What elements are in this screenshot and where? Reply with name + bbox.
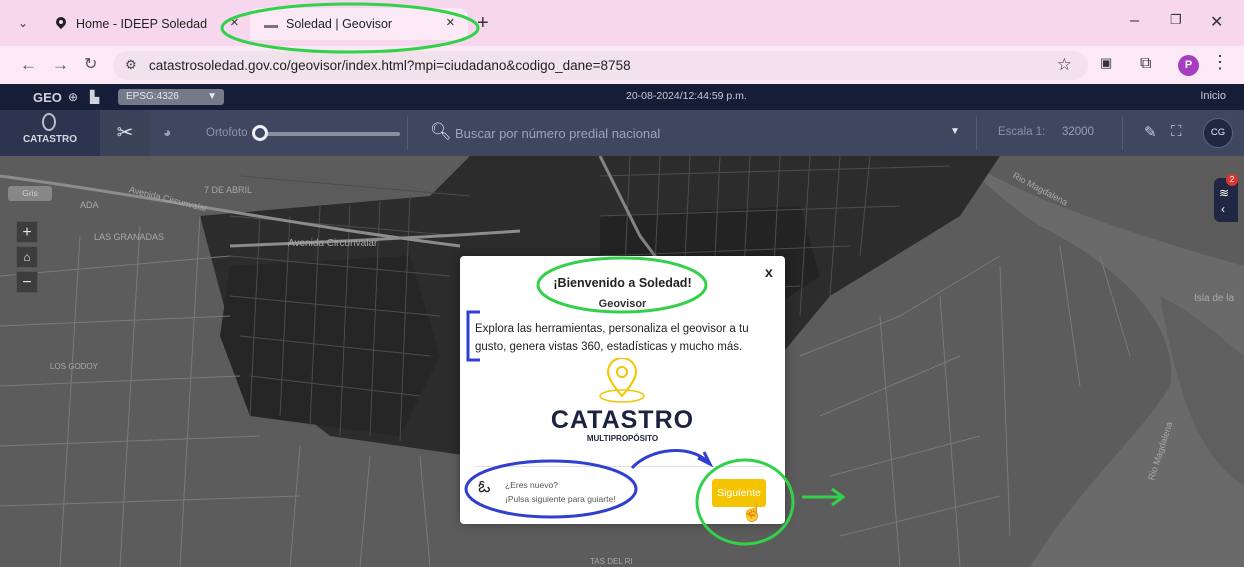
route-icon: ఓ bbox=[478, 477, 491, 496]
map-label: LOS GODOY bbox=[50, 362, 99, 371]
site-favicon-icon bbox=[264, 20, 278, 28]
search-input[interactable] bbox=[455, 122, 935, 144]
forward-arrow-icon[interactable]: → bbox=[52, 55, 69, 75]
back-arrow-icon[interactable]: ← bbox=[20, 55, 37, 75]
fullscreen-icon[interactable]: ⛶ bbox=[1171, 123, 1182, 140]
minimize-icon[interactable]: – bbox=[1130, 12, 1139, 30]
screenshot-root: ⌄ Home - IDEEP Soledad × Soledad | Geovi… bbox=[0, 0, 1244, 567]
reload-icon[interactable]: ↻ bbox=[84, 55, 97, 75]
map-label: Avenida Circunvalar bbox=[288, 238, 378, 249]
tab-close-icon[interactable]: × bbox=[230, 14, 239, 31]
new-tab-icon[interactable]: + bbox=[477, 12, 489, 35]
tools-icon[interactable]: ✂ bbox=[100, 110, 150, 156]
modal-brand-subtitle: MULTIPROPÓSITO bbox=[586, 434, 659, 443]
map-toolbar: CATASTRO ✂ ◕ Ortofoto 🔍︎ ▼ Escala 1: 320… bbox=[0, 110, 1244, 156]
restore-icon[interactable]: ❐ bbox=[1170, 12, 1182, 28]
map-label: ADA bbox=[80, 200, 99, 210]
user-avatar[interactable]: CG bbox=[1203, 118, 1233, 148]
ortofoto-slider-track[interactable] bbox=[258, 132, 400, 136]
crs-value: EPSG:4326 bbox=[126, 91, 179, 102]
search-dropdown-icon[interactable]: ▼ bbox=[950, 126, 960, 137]
cast-icon[interactable]: ▣ bbox=[1100, 55, 1112, 71]
site-settings-icon[interactable]: ⚙ bbox=[125, 57, 137, 73]
url-text[interactable]: catastrosoledad.gov.co/geovisor/index.ht… bbox=[149, 58, 631, 73]
address-bar[interactable]: ⚙ catastrosoledad.gov.co/geovisor/index.… bbox=[113, 51, 1088, 80]
pointer-hand-icon: ☝ bbox=[741, 502, 764, 522]
divider bbox=[976, 116, 977, 150]
scale-label: Escala 1: bbox=[998, 126, 1046, 138]
welcome-modal: x ¡Bienvenido a Soledad! Geovisor Explor… bbox=[460, 256, 785, 524]
app-header: GEO ⊕ ▙ EPSG:4326 ▼ 20-08-2024/12:44:59 … bbox=[0, 84, 1244, 110]
modal-brand: CATASTRO bbox=[550, 406, 695, 434]
globe-icon[interactable]: ◕ bbox=[163, 124, 171, 140]
tab-home-ideep[interactable]: Home - IDEEP Soledad × bbox=[48, 8, 246, 40]
map-label: TAS DEL RI bbox=[590, 557, 633, 566]
extensions-icon[interactable]: ⧉ bbox=[1140, 55, 1151, 73]
browser-toolbar: ← → ↻ ⚙ catastrosoledad.gov.co/geovisor/… bbox=[0, 46, 1244, 84]
tab-search-chevron-icon[interactable]: ⌄ bbox=[12, 12, 34, 34]
location-pin-icon bbox=[599, 358, 645, 403]
ortofoto-slider-knob[interactable] bbox=[252, 125, 268, 141]
tab-geovisor[interactable]: Soledad | Geovisor × bbox=[250, 8, 468, 40]
tab-title: Soledad | Geovisor bbox=[286, 17, 393, 31]
scale-value[interactable]: 32000 bbox=[1062, 126, 1094, 138]
crosshair-icon[interactable]: ⊕ bbox=[68, 90, 78, 104]
search-icon[interactable]: 🔍︎ bbox=[430, 122, 452, 142]
guide-hint: ¡Pulsa siguiente para guiarte! bbox=[505, 494, 616, 504]
profile-avatar[interactable]: P bbox=[1178, 55, 1199, 76]
measure-brush-icon[interactable]: ✎ bbox=[1144, 123, 1157, 141]
chevron-down-icon: ▼ bbox=[207, 91, 217, 102]
ortofoto-label: Ortofoto bbox=[206, 127, 248, 139]
new-user-question: ¿Eres nuevo? bbox=[505, 480, 558, 490]
city-icon[interactable]: ▙ bbox=[90, 90, 99, 104]
zoom-out-button[interactable]: − bbox=[16, 271, 38, 293]
geo-logo: GEO bbox=[33, 90, 62, 105]
zoom-in-button[interactable]: + bbox=[16, 221, 38, 243]
divider bbox=[1122, 116, 1123, 150]
crs-select[interactable]: EPSG:4326 ▼ bbox=[118, 89, 224, 105]
home-link[interactable]: Inicio bbox=[1200, 90, 1226, 102]
basemap-toggle[interactable]: Gris bbox=[8, 186, 52, 201]
catastro-logo[interactable]: CATASTRO bbox=[0, 110, 100, 156]
layers-icon: ≋ bbox=[1219, 186, 1230, 200]
browser-tab-strip: ⌄ Home - IDEEP Soledad × Soledad | Geovi… bbox=[0, 0, 1244, 46]
map-label: Isla de la bbox=[1194, 293, 1235, 304]
modal-description: Explora las herramientas, personaliza el… bbox=[475, 323, 749, 353]
more-menu-icon[interactable]: ⋮ bbox=[1211, 52, 1229, 73]
modal-subtitle: Geovisor bbox=[598, 298, 647, 310]
divider bbox=[407, 116, 408, 150]
map-pin-icon bbox=[56, 17, 66, 31]
tab-title: Home - IDEEP Soledad bbox=[76, 17, 208, 31]
layers-count-badge: 2 bbox=[1226, 174, 1238, 186]
divider bbox=[475, 466, 771, 467]
close-window-icon[interactable]: ✕ bbox=[1210, 12, 1223, 32]
chevron-left-icon: ‹ bbox=[1221, 202, 1225, 216]
home-extent-icon[interactable]: ⌂ bbox=[16, 246, 38, 268]
datetime: 20-08-2024/12:44:59 p.m. bbox=[626, 90, 747, 102]
layers-panel-toggle[interactable]: ≋ ‹ 2 bbox=[1214, 174, 1238, 222]
bookmark-star-icon[interactable]: ☆ bbox=[1057, 55, 1072, 75]
catastro-brand: CATASTRO bbox=[22, 134, 78, 145]
map-label: 7 DE ABRIL bbox=[204, 185, 253, 195]
tab-close-icon[interactable]: × bbox=[446, 14, 455, 31]
map-label: LAS GRANADAS bbox=[94, 232, 165, 242]
modal-title: ¡Bienvenido a Soledad! bbox=[553, 276, 692, 290]
location-pin-icon bbox=[42, 113, 56, 131]
